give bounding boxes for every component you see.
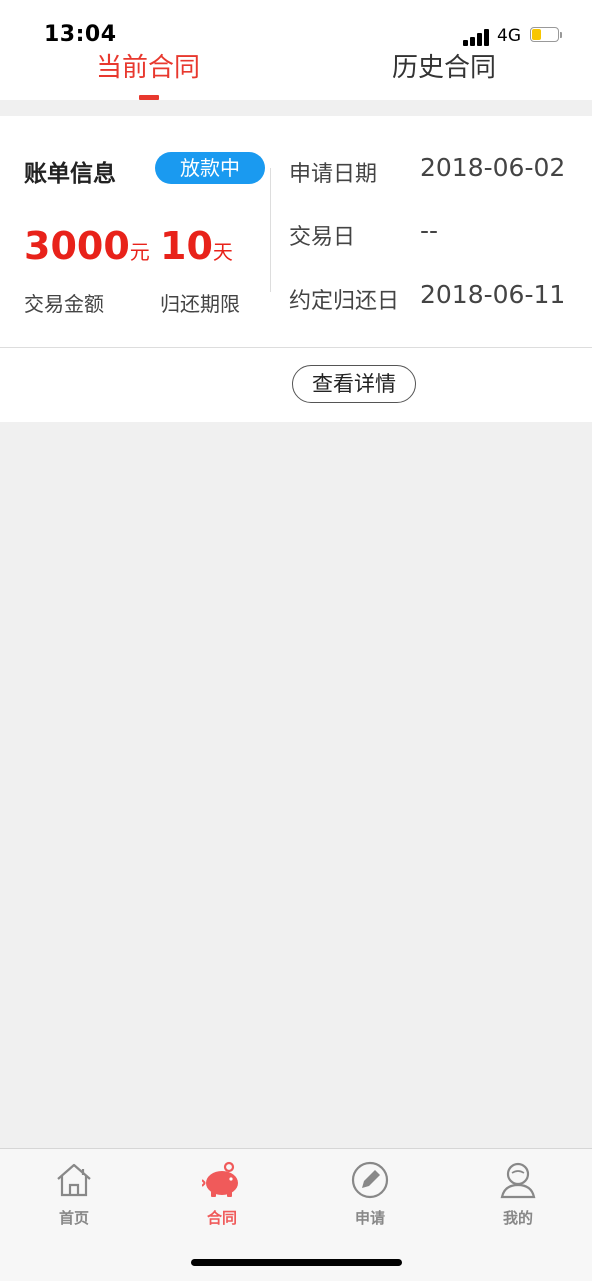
battery-icon [530, 27, 562, 43]
tabbar-item-mine[interactable]: 我的 [444, 1149, 592, 1233]
tabbar-item-apply[interactable]: 申请 [296, 1149, 444, 1233]
tabbar-item-contract[interactable]: 合同 [148, 1149, 296, 1233]
tabbar-label-apply: 申请 [354, 1209, 385, 1227]
detail-section: 查看详情 [0, 347, 592, 422]
view-details-button[interactable]: 查看详情 [292, 365, 416, 403]
signal-icon [463, 28, 491, 46]
piggy-bank-icon [202, 1161, 238, 1197]
contract-tabs: 当前合同 历史合同 [0, 52, 592, 100]
trade-date-label: 交易日 [289, 225, 356, 250]
apply-date-label: 申请日期 [289, 162, 378, 187]
amount-value: 3000元 [24, 224, 150, 268]
status-badge: 放款中 [155, 152, 265, 184]
network-type: 4G [497, 26, 521, 46]
home-indicator [191, 1259, 402, 1266]
bill-card: 账单信息 放款中 3000元 10天 交易金额 归还期限 申请日期 2018-0… [0, 116, 592, 347]
term-label: 归还期限 [160, 292, 240, 316]
tabbar-label-contract: 合同 [206, 1209, 237, 1227]
due-date-value: 2018-06-11 [420, 280, 566, 309]
pencil-icon [351, 1161, 389, 1199]
trade-date-value: -- [420, 216, 439, 245]
bill-title: 账单信息 [24, 161, 116, 187]
home-icon [57, 1163, 91, 1197]
user-icon [500, 1162, 536, 1199]
term-value: 10天 [160, 224, 233, 268]
tab-active-indicator [139, 95, 159, 100]
status-time: 13:04 [44, 22, 117, 47]
status-bar: 13:04 4G [0, 0, 592, 52]
tabbar-label-mine: 我的 [502, 1209, 533, 1227]
tabbar-item-home[interactable]: 首页 [0, 1149, 148, 1233]
vertical-divider [270, 168, 271, 292]
due-date-label: 约定归还日 [289, 289, 400, 314]
amount-unit: 元 [129, 240, 150, 264]
tab-current-contract[interactable]: 当前合同 [0, 52, 296, 100]
tabbar-label-home: 首页 [58, 1209, 89, 1227]
amount-label: 交易金额 [24, 292, 104, 316]
term-unit: 天 [212, 240, 233, 264]
apply-date-value: 2018-06-02 [420, 153, 566, 182]
tab-history-contract[interactable]: 历史合同 [296, 52, 592, 100]
